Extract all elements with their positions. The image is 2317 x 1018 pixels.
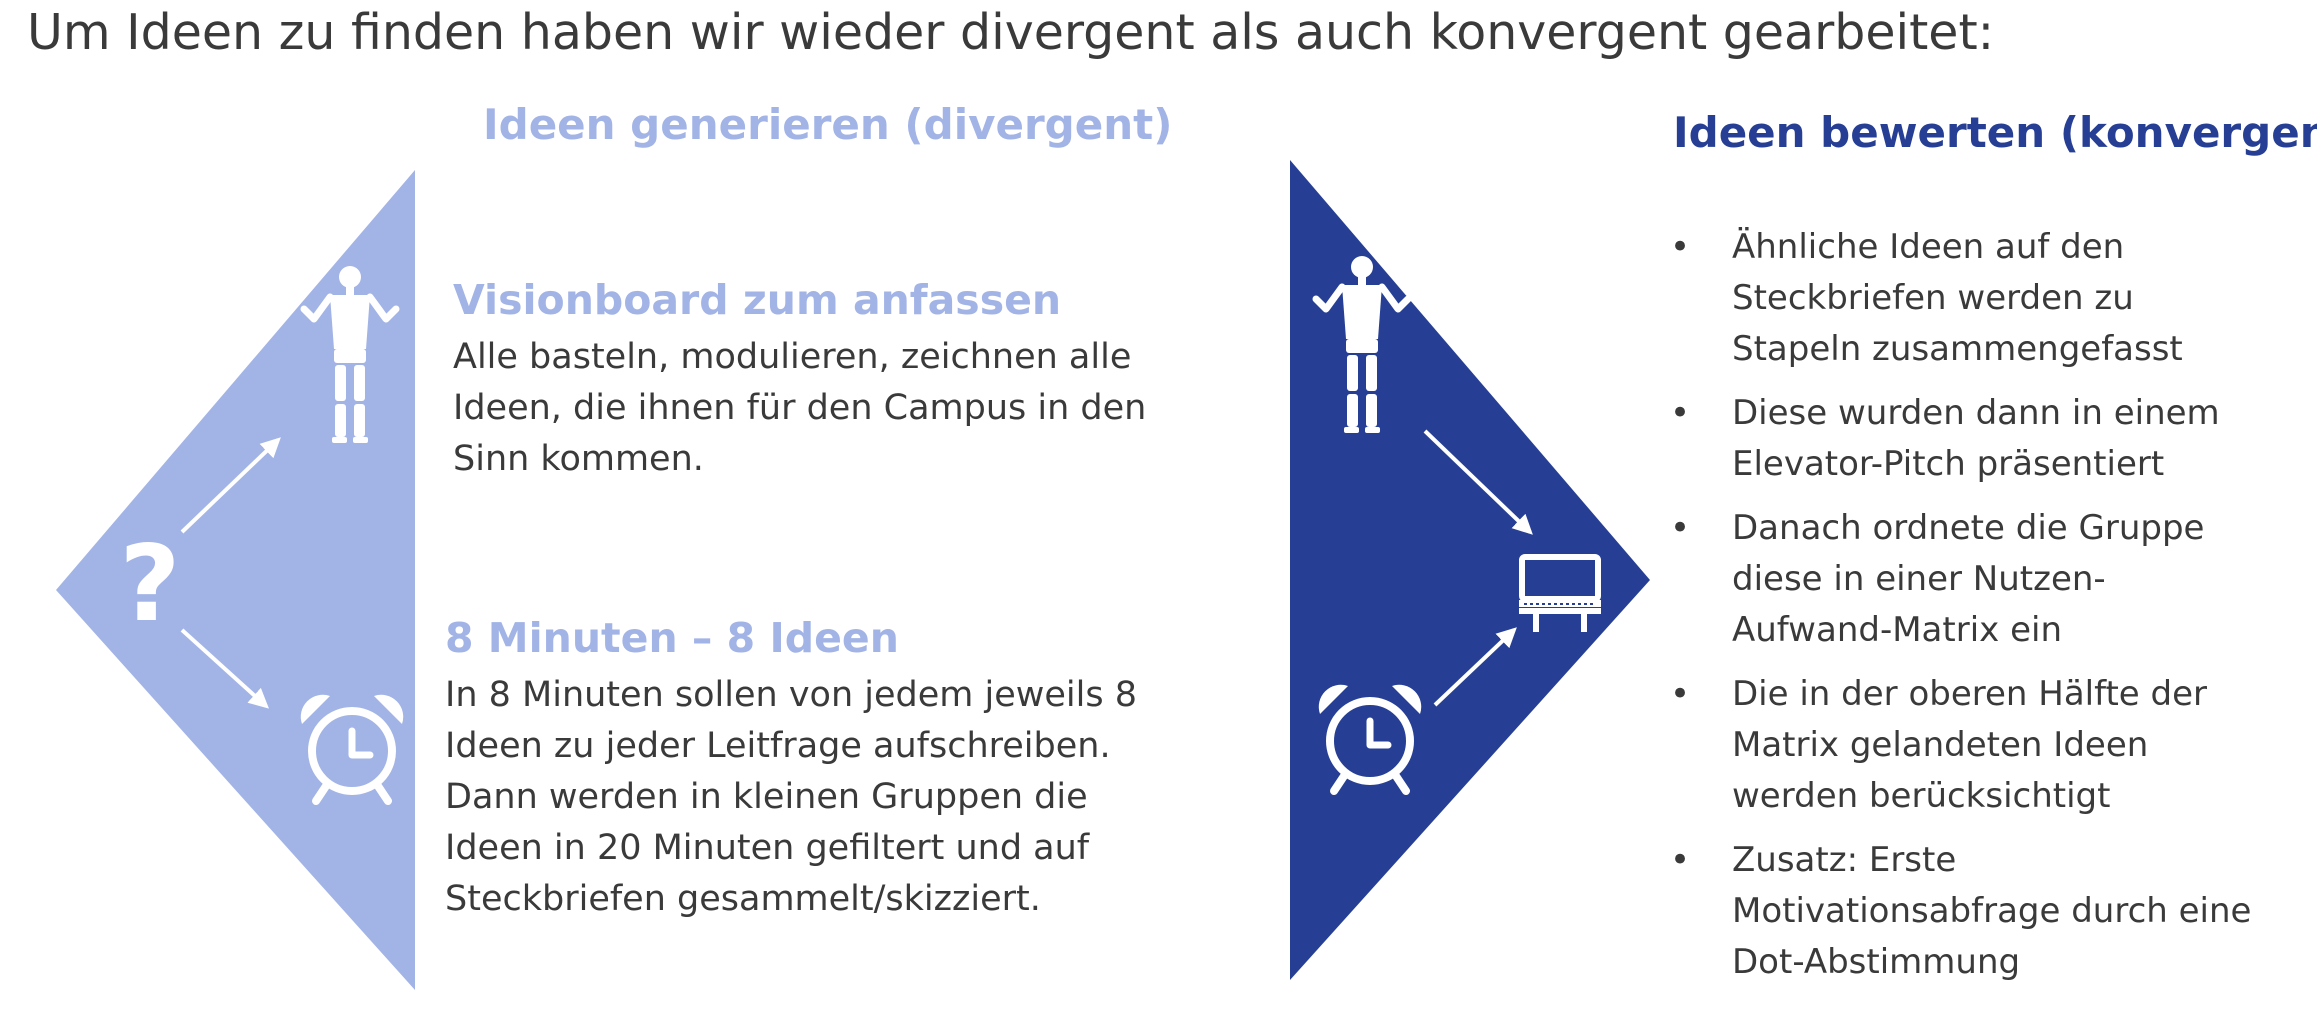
text-line: Stapeln zusammengefasst (1732, 329, 2183, 369)
text-line: Ideen in 20 Minuten gefiltert und auf (445, 828, 1090, 868)
eight-minutes-title: 8 Minuten – 8 Ideen (445, 614, 899, 662)
text-line: Dot-Abstimmung (1732, 942, 2021, 982)
question-mark-icon: ? (120, 523, 181, 645)
text-line: Diese wurden dann in einem (1732, 393, 2220, 433)
list-item: Danach ordnete die Gruppe diese in einer… (1670, 503, 2310, 656)
text-line: Danach ordnete die Gruppe (1732, 508, 2205, 548)
text-line: Zusatz: Erste (1732, 840, 1957, 880)
convergent-heading: Ideen bewerten (konvergent) (1673, 108, 2317, 157)
text-line: Steckbriefen gesammelt/skizziert. (445, 879, 1041, 919)
text-line: In 8 Minuten sollen von jedem jeweils 8 (445, 675, 1137, 715)
text-line: Alle basteln, modulieren, zeichnen alle (453, 337, 1132, 377)
text-line: Die in der oberen Hälfte der (1732, 674, 2208, 714)
text-line: Sinn kommen. (453, 439, 704, 479)
divergent-heading: Ideen generieren (divergent) (483, 100, 1173, 149)
text-line: Ideen zu jeder Leitfrage aufschreiben. (445, 726, 1111, 766)
list-item: Zusatz: Erste Motivationsabfrage durch e… (1670, 835, 2310, 988)
text-line: Motivationsabfrage durch eine (1732, 891, 2252, 931)
text-line: diese in einer Nutzen- (1732, 559, 2106, 599)
visionboard-description: Alle basteln, modulieren, zeichnen alle … (453, 332, 1146, 485)
text-line: Steckbriefen werden zu (1732, 278, 2134, 318)
list-item: Diese wurden dann in einem Elevator-Pitc… (1670, 388, 2310, 490)
divergent-triangle (56, 170, 415, 990)
text-line: Matrix gelandeten Ideen (1732, 725, 2149, 765)
slide-title: Um Ideen zu finden haben wir wieder dive… (27, 4, 1995, 61)
list-item: Ähnliche Ideen auf den Steckbriefen werd… (1670, 222, 2310, 375)
eight-minutes-description: In 8 Minuten sollen von jedem jeweils 8 … (445, 670, 1137, 925)
text-line: Ähnliche Ideen auf den (1732, 227, 2125, 267)
text-line: Elevator-Pitch präsentiert (1732, 444, 2165, 484)
convergent-bullet-list: Ähnliche Ideen auf den Steckbriefen werd… (1670, 222, 2310, 1001)
text-line: Aufwand-Matrix ein (1732, 610, 2062, 650)
text-line: Dann werden in kleinen Gruppen die (445, 777, 1088, 817)
list-item: Die in der oberen Hälfte der Matrix gela… (1670, 669, 2310, 822)
text-line: Ideen, die ihnen für den Campus in den (453, 388, 1147, 428)
text-line: werden berücksichtigt (1732, 776, 2111, 816)
visionboard-title: Visionboard zum anfassen (453, 276, 1062, 324)
